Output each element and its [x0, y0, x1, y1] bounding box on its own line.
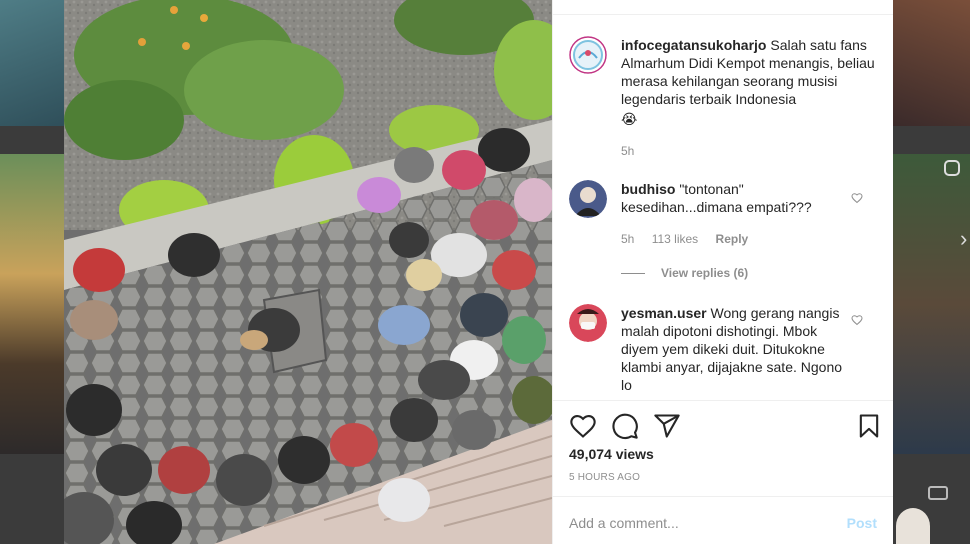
avatar[interactable]	[569, 36, 607, 74]
comment-text: budhiso "tontonan" kesedihan...dimana em…	[621, 180, 849, 216]
post-side-panel: infocegatansukoharjo Salah satu fans Alm…	[552, 0, 893, 544]
comment-item: budhiso "tontonan" kesedihan...dimana em…	[569, 180, 877, 260]
comment-text: yesman.user Wong gerang nangis malah dip…	[621, 304, 849, 394]
comment-username[interactable]: yesman.user	[621, 305, 707, 321]
replies-line	[621, 273, 645, 275]
heart-icon[interactable]	[851, 192, 863, 204]
post-photo[interactable]	[64, 0, 552, 544]
panel-divider	[553, 14, 893, 15]
background-thumbnail	[896, 508, 930, 544]
comment-age[interactable]: 5h	[621, 232, 634, 246]
user-avatar-icon	[569, 180, 607, 218]
crying-emoji-icon: 😭	[621, 111, 638, 127]
reply-button[interactable]: Reply	[716, 232, 749, 246]
background-thumbnail	[892, 0, 970, 126]
background-thumbnail	[0, 0, 64, 126]
panel-divider	[553, 400, 893, 401]
heart-icon[interactable]	[569, 412, 597, 440]
user-avatar-icon	[569, 304, 607, 342]
comment-meta: 5h 113 likes Reply	[621, 232, 762, 246]
avatar[interactable]	[569, 304, 607, 342]
comment-username[interactable]: budhiso	[621, 181, 675, 197]
instagram-icon	[944, 160, 960, 176]
caption-age[interactable]: 5h	[621, 144, 634, 158]
post-caption: infocegatansukoharjo Salah satu fans Alm…	[569, 36, 877, 166]
bookmark-icon[interactable]	[855, 412, 883, 440]
share-icon[interactable]	[653, 412, 681, 440]
camera-icon	[928, 486, 948, 500]
avatar[interactable]	[569, 180, 607, 218]
background-thumbnail	[892, 154, 970, 454]
comment-icon[interactable]	[611, 412, 639, 440]
caption-meta: 5h	[621, 144, 648, 158]
comment-item: yesman.user Wong gerang nangis malah dip…	[569, 304, 877, 396]
view-replies-button[interactable]: View replies (6)	[621, 266, 748, 280]
caption-text: infocegatansukoharjo Salah satu fans Alm…	[621, 36, 877, 128]
view-replies-label: View replies (6)	[661, 266, 749, 280]
panel-divider	[553, 496, 893, 497]
action-bar	[569, 412, 879, 440]
post-timestamp[interactable]: 5 HOURS AGO	[569, 472, 640, 483]
comment-input[interactable]: Add a comment...	[569, 515, 679, 531]
caption-username[interactable]: infocegatansukoharjo	[621, 37, 766, 53]
next-post-arrow-icon[interactable]: ›	[960, 226, 970, 252]
view-count[interactable]: 49,074 views	[569, 446, 654, 462]
post-comment-button[interactable]: Post	[847, 515, 877, 531]
background-thumbnail	[0, 154, 64, 454]
comment-likes[interactable]: 113 likes	[652, 232, 698, 246]
account-logo-icon	[569, 36, 607, 74]
heart-icon[interactable]	[851, 314, 863, 326]
crowd-photo-illustration	[64, 0, 552, 544]
